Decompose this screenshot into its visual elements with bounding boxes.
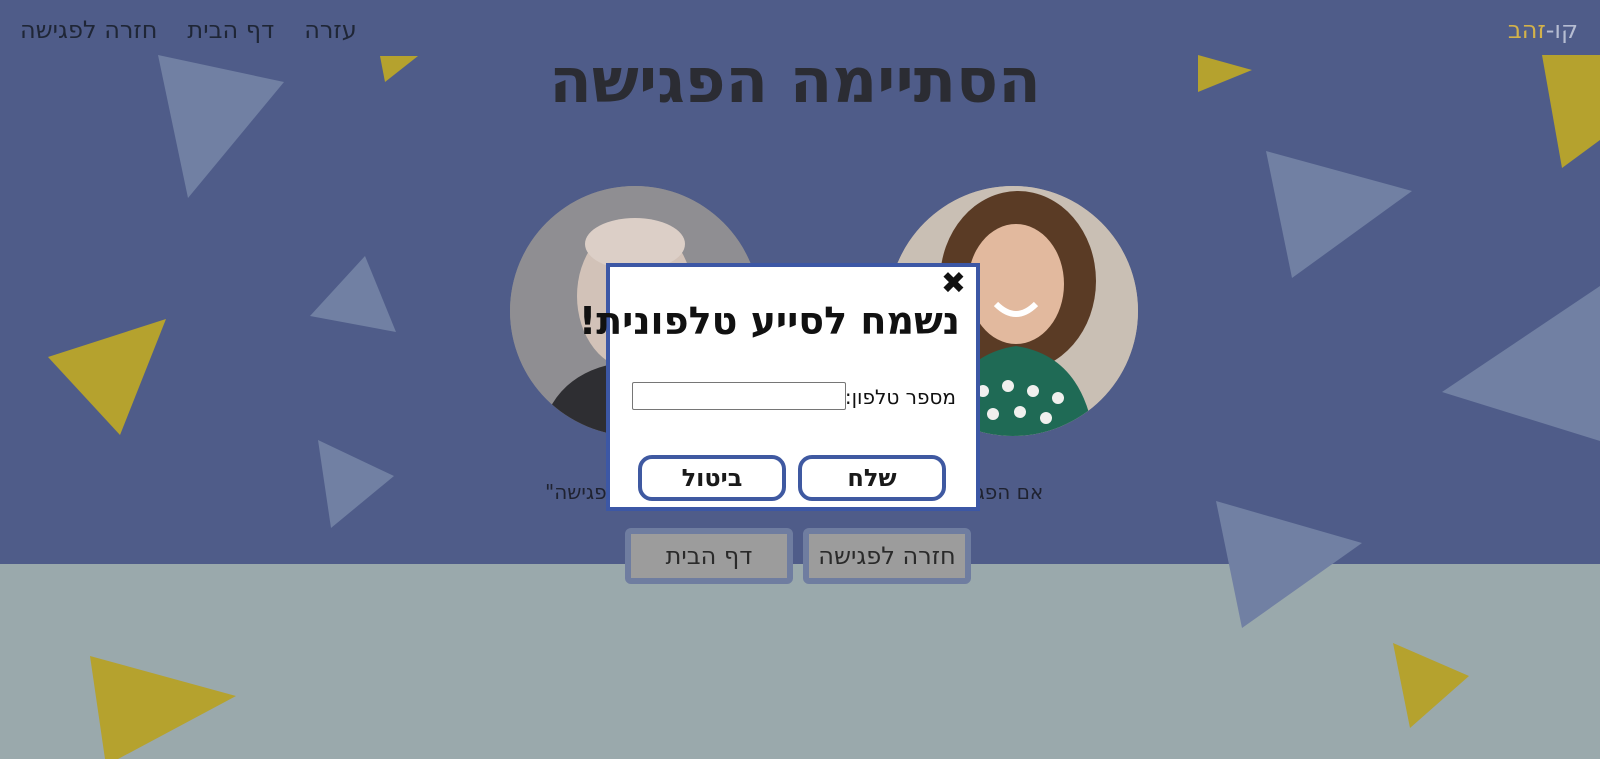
phone-label: מספר טלפון:	[844, 385, 956, 409]
send-button[interactable]: שלח	[798, 455, 946, 501]
close-icon[interactable]: ✖	[941, 269, 966, 299]
dialog-title: נשמח לסייע טלפונית!	[578, 299, 960, 343]
cancel-button[interactable]: ביטול	[638, 455, 786, 501]
phone-support-dialog: ✖ נשמח לסייע טלפונית! מספר טלפון: שלח בי…	[578, 263, 980, 511]
page: קו-זהב חזרה לפגישה דף הבית עזרה הסתיימה …	[0, 0, 1600, 759]
phone-input[interactable]	[632, 382, 846, 410]
